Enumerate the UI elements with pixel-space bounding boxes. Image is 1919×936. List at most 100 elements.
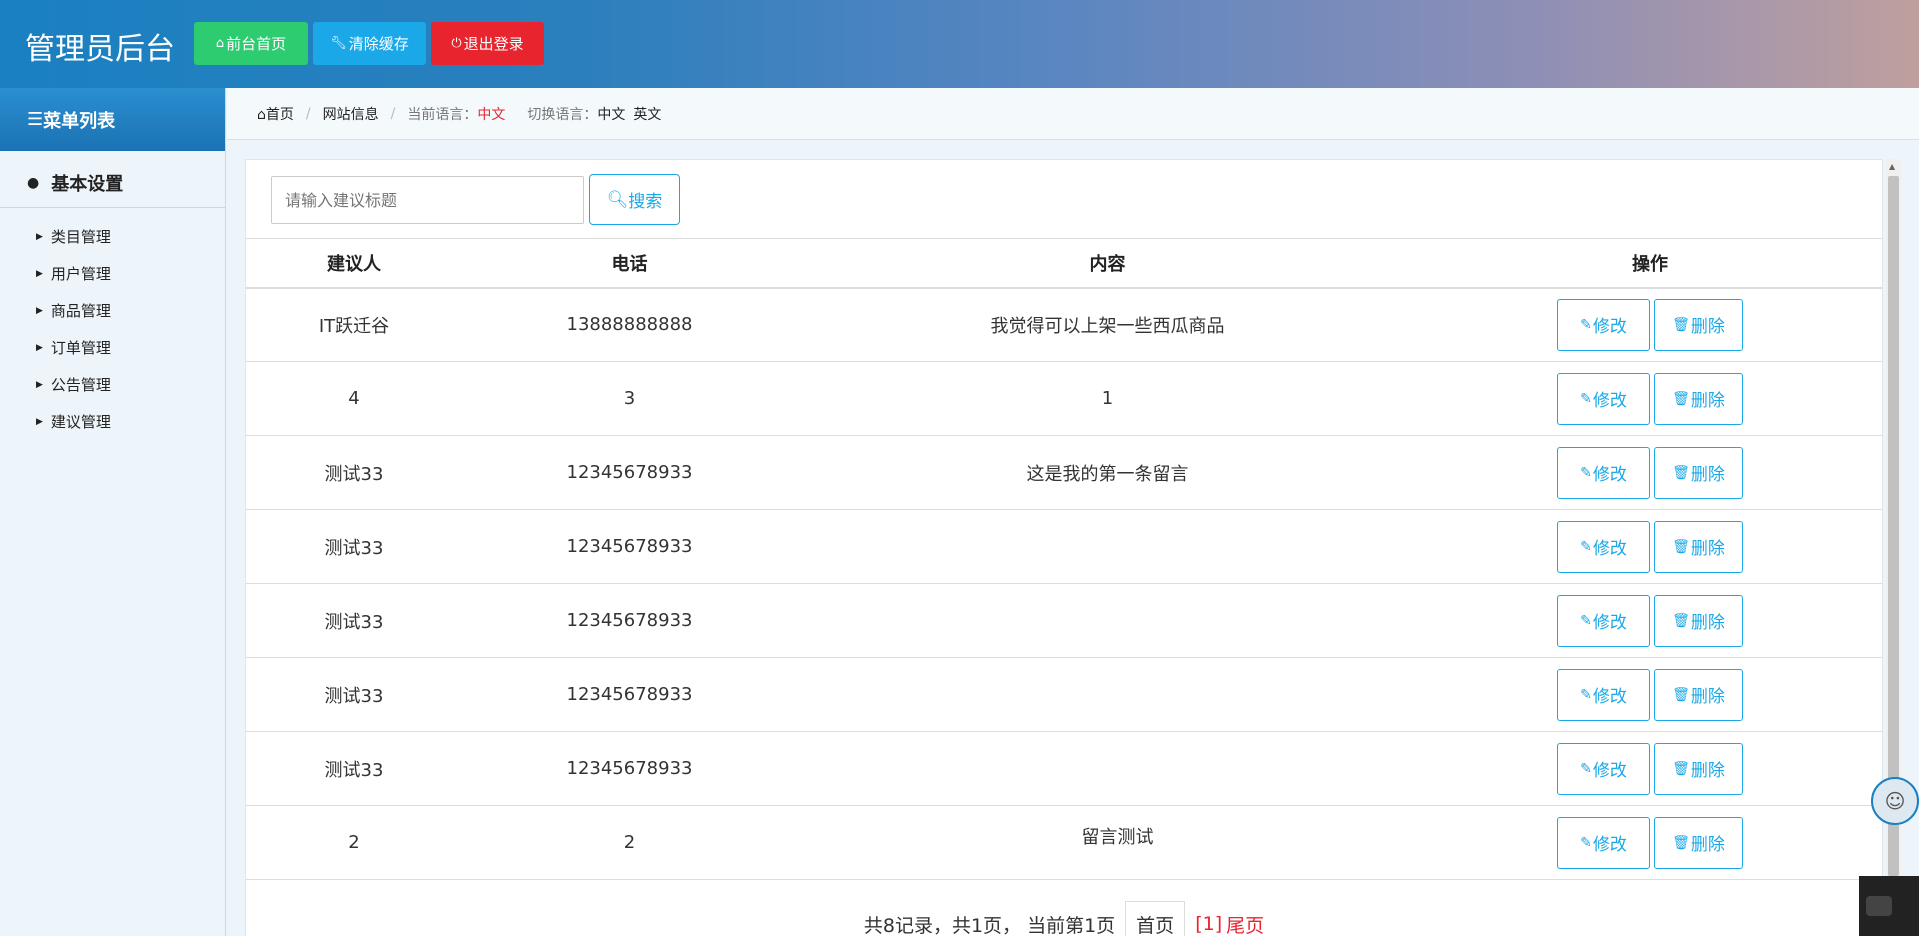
trash-icon: 🗑︎ [1672, 834, 1690, 851]
switch-language-zh[interactable]: 中文 [597, 104, 625, 124]
sidebar-item-label: 订单管理 [50, 339, 111, 357]
suggester-cell: 测试33 [246, 435, 462, 510]
edit-icon: ✎ [1580, 390, 1592, 407]
column-header-suggester: 建议人 [246, 238, 462, 289]
phone-cell: 3 [462, 361, 797, 436]
suggester-cell: 测试33 [246, 657, 462, 732]
clear-cache-button[interactable]: 🔧︎ 清除缓存 [313, 22, 426, 65]
user-icon: ● [27, 174, 40, 191]
breadcrumb: ⌂首页 / 网站信息 / 当前语言： 中文 切换语言： 中文 英文 [227, 88, 1919, 140]
delete-label: 删除 [1690, 613, 1725, 633]
edit-button[interactable]: ✎ 修改 [1557, 816, 1650, 869]
delete-button[interactable]: 🗑︎ 删除 [1654, 520, 1743, 573]
breadcrumb-site-info[interactable]: 网站信息 [323, 104, 379, 124]
last-page-button[interactable]: 尾页 [1226, 911, 1264, 936]
content-cell [797, 731, 1418, 806]
edit-icon: ✎ [1580, 316, 1592, 333]
content-cell: 留言测试 [797, 805, 1418, 880]
actions-cell: ✎ 修改 🗑︎ 删除 [1418, 361, 1882, 436]
home-page-button[interactable]: ⌂ 前台首页 [194, 22, 308, 65]
current-page-link[interactable]: [1] [1195, 913, 1222, 935]
search-button[interactable]: 🔍︎ 搜索 [589, 174, 680, 225]
home-icon: ⌂ [215, 36, 225, 51]
edit-button[interactable]: ✎ 修改 [1557, 742, 1650, 795]
delete-button[interactable]: 🗑︎ 删除 [1654, 742, 1743, 795]
table-row: 测试33 12345678933 ✎ 修改 🗑︎ 删除 [246, 583, 1882, 658]
top-header: 管理员后台 ⌂ 前台首页 🔧︎ 清除缓存 ⏻ 退出登录 [0, 0, 1919, 88]
switch-language-en[interactable]: 英文 [633, 104, 661, 124]
logout-button[interactable]: ⏻ 退出登录 [431, 22, 544, 65]
edit-label: 修改 [1592, 391, 1627, 411]
sidebar-item-category[interactable]: ▶ 类目管理 [0, 218, 225, 255]
sidebar-menu: ▶ 类目管理 ▶ 用户管理 ▶ 商品管理 ▶ 订单管理 ▶ 公告管理 ▶ 建议管理 [0, 208, 225, 440]
column-header-actions: 操作 [1418, 238, 1882, 289]
column-header-content: 内容 [797, 238, 1418, 289]
delete-button[interactable]: 🗑︎ 删除 [1654, 446, 1743, 499]
trash-icon: 🗑︎ [1672, 538, 1690, 555]
actions-cell: ✎ 修改 🗑︎ 删除 [1418, 731, 1882, 806]
caret-right-icon: ▶ [36, 231, 43, 242]
edit-button[interactable]: ✎ 修改 [1557, 298, 1650, 351]
table-row: IT跃迁谷 13888888888 我觉得可以上架一些西瓜商品 ✎ 修改 🗑︎ 删除 [246, 287, 1882, 362]
edit-icon: ✎ [1580, 834, 1592, 851]
search-icon: 🔍︎ [606, 189, 629, 210]
corner-widget[interactable] [1859, 876, 1919, 936]
assistant-robot-icon[interactable]: ☺ [1871, 777, 1919, 825]
table-row: 测试33 12345678933 这是我的第一条留言 ✎ 修改 🗑︎ 删除 [246, 435, 1882, 510]
delete-label: 删除 [1690, 539, 1725, 559]
scroll-up-arrow-icon[interactable]: ▲ [1889, 162, 1895, 171]
phone-cell: 13888888888 [462, 287, 797, 362]
basic-settings-label: 基本设置 [51, 173, 124, 195]
trash-icon: 🗑︎ [1672, 760, 1690, 777]
list-icon: ☰ [27, 109, 44, 130]
delete-button[interactable]: 🗑︎ 删除 [1654, 668, 1743, 721]
basic-settings-group[interactable]: ● 基本设置 [0, 158, 225, 208]
sidebar-item-users[interactable]: ▶ 用户管理 [0, 255, 225, 292]
delete-button[interactable]: 🗑︎ 删除 [1654, 816, 1743, 869]
switch-language-label: 切换语言： [527, 106, 598, 123]
sidebar-item-label: 公告管理 [50, 376, 111, 394]
edit-button[interactable]: ✎ 修改 [1557, 446, 1650, 499]
app-title: 管理员后台 [25, 32, 175, 67]
search-button-label: 搜索 [628, 192, 663, 212]
actions-cell: ✎ 修改 🗑︎ 删除 [1418, 657, 1882, 732]
scrollbar-thumb[interactable] [1888, 176, 1899, 876]
delete-button[interactable]: 🗑︎ 删除 [1654, 594, 1743, 647]
table-header-row: 建议人 电话 内容 操作 [246, 238, 1882, 289]
actions-cell: ✎ 修改 🗑︎ 删除 [1418, 583, 1882, 658]
edit-button[interactable]: ✎ 修改 [1557, 520, 1650, 573]
caret-right-icon: ▶ [36, 268, 43, 279]
breadcrumb-home[interactable]: ⌂首页 [257, 104, 294, 124]
pagination-summary: 共8记录，共1页， 当前第1页 [863, 914, 1116, 936]
suggestions-table: 建议人 电话 内容 操作 IT跃迁谷 13888888888 我觉得可以上架一些西瓜… [246, 238, 1882, 880]
content-cell [797, 509, 1418, 584]
suggestion-title-search-input[interactable] [271, 176, 584, 224]
edit-button[interactable]: ✎ 修改 [1557, 372, 1650, 425]
edit-button[interactable]: ✎ 修改 [1557, 668, 1650, 721]
phone-cell: 12345678933 [462, 509, 797, 584]
edit-icon: ✎ [1580, 686, 1592, 703]
actions-cell: ✎ 修改 🗑︎ 删除 [1418, 287, 1882, 362]
edit-label: 修改 [1592, 539, 1627, 559]
home-icon: ⌂ [257, 106, 266, 123]
delete-button[interactable]: 🗑︎ 删除 [1654, 372, 1743, 425]
breadcrumb-home-label: 首页 [265, 106, 294, 123]
menu-list-header: ☰ 菜单列表 [0, 88, 225, 151]
logout-label: 退出登录 [463, 35, 524, 53]
trash-icon: 🗑︎ [1672, 316, 1690, 333]
suggester-cell: 测试33 [246, 583, 462, 658]
widget-icon [1866, 896, 1892, 916]
column-header-phone: 电话 [462, 238, 797, 289]
table-row: 测试33 12345678933 ✎ 修改 🗑︎ 删除 [246, 657, 1882, 732]
sidebar-item-orders[interactable]: ▶ 订单管理 [0, 329, 225, 366]
sidebar-item-suggestions[interactable]: ▶ 建议管理 [0, 403, 225, 440]
delete-label: 删除 [1690, 761, 1725, 781]
first-page-button[interactable]: 首页 [1125, 901, 1186, 936]
delete-button[interactable]: 🗑︎ 删除 [1654, 298, 1743, 351]
edit-button[interactable]: ✎ 修改 [1557, 594, 1650, 647]
caret-right-icon: ▶ [36, 305, 43, 316]
sidebar-item-notices[interactable]: ▶ 公告管理 [0, 366, 225, 403]
sidebar-item-products[interactable]: ▶ 商品管理 [0, 292, 225, 329]
delete-label: 删除 [1690, 687, 1725, 707]
content-cell: 这是我的第一条留言 [797, 435, 1418, 510]
